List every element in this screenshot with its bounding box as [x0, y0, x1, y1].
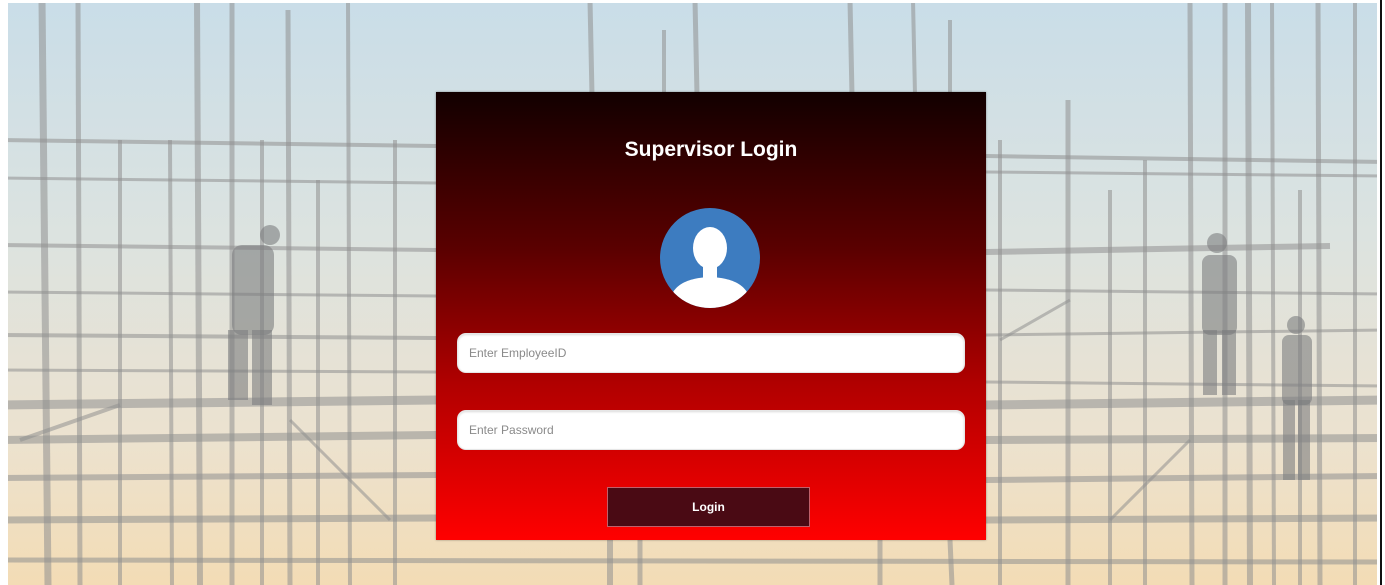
- user-avatar-icon: [660, 208, 760, 308]
- login-card: Supervisor Login Login: [436, 92, 986, 540]
- login-page: Supervisor Login Login: [0, 0, 1385, 585]
- login-title: Supervisor Login: [624, 138, 798, 161]
- frame-right: [1377, 0, 1385, 585]
- login-button[interactable]: Login: [607, 487, 810, 527]
- frame-top: [0, 0, 1385, 3]
- frame-left: [0, 0, 8, 585]
- employee-id-input[interactable]: [457, 333, 965, 373]
- password-input[interactable]: [457, 410, 965, 450]
